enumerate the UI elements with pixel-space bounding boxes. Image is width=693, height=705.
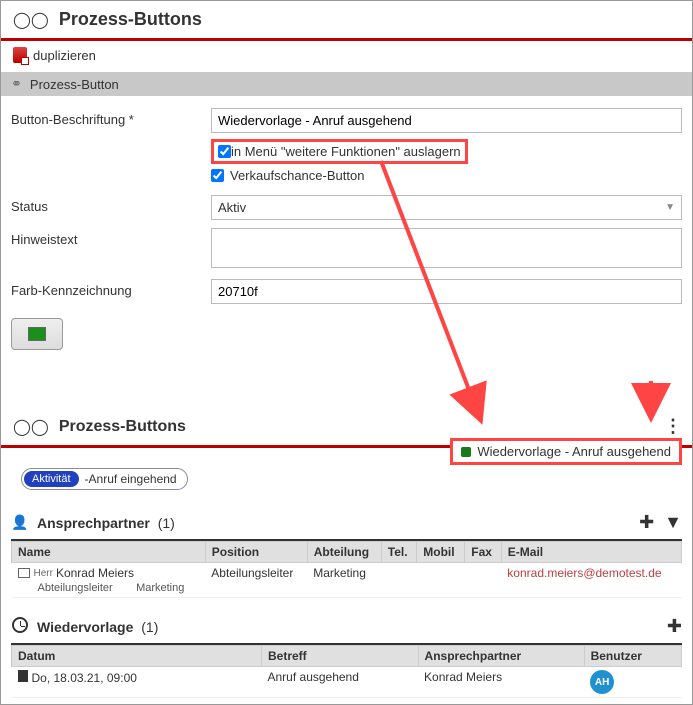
col-position[interactable]: Position — [205, 542, 307, 563]
caption-label: Button-Beschriftung * — [11, 108, 211, 127]
voicemail-icon: ◯◯ — [13, 417, 49, 437]
chevron-down-icon: ▼ — [665, 202, 675, 213]
status-value: Aktiv — [218, 200, 246, 215]
color-input[interactable] — [211, 279, 682, 304]
menu-checkbox-label: in Menü "weitere Funktionen" auslagern — [231, 144, 461, 159]
table-row[interactable]: HerrKonrad Meiers Abteilungsleiter Marke… — [12, 563, 682, 598]
person-icon: 👤 — [11, 514, 29, 531]
page-title: Prozess-Buttons — [59, 9, 202, 30]
card-icon — [18, 568, 30, 578]
followup-title: Wiedervorlage — [37, 619, 133, 635]
followup-count: (1) — [141, 619, 158, 635]
col-date[interactable]: Datum — [12, 646, 262, 667]
contacts-title: Ansprechpartner — [37, 515, 150, 531]
col-name[interactable]: Name — [12, 542, 206, 563]
col-tel[interactable]: Tel. — [381, 542, 417, 563]
contacts-table: Name Position Abteilung Tel. Mobil Fax E… — [11, 541, 682, 598]
vc-checkbox-label: Verkaufschance-Button — [230, 168, 364, 183]
col-fax[interactable]: Fax — [465, 542, 502, 563]
dropdown-item-label: Wiedervorlage - Anruf ausgehend — [477, 444, 671, 459]
col-subject[interactable]: Betreff — [262, 646, 419, 667]
hint-textarea[interactable] — [211, 228, 682, 268]
flag-icon — [18, 670, 28, 682]
toolbar: duplizieren — [1, 41, 692, 72]
section2-header: ◯◯ Prozess-Buttons ⋮ Wiedervorlage - Anr… — [1, 408, 692, 448]
section-title: Prozess-Button — [30, 77, 119, 92]
pill-prefix: Aktivität — [24, 471, 79, 487]
filter-button[interactable]: ▼ — [664, 512, 682, 533]
add-button[interactable]: ✚ — [667, 616, 682, 637]
activity-pill[interactable]: Aktivität - Anruf eingehend — [21, 468, 188, 490]
more-menu-button[interactable]: ⋮ — [664, 416, 680, 437]
menu-checkbox[interactable] — [218, 145, 231, 158]
pill-text: Anruf eingehend — [89, 472, 177, 486]
duplicate-label: duplizieren — [33, 48, 96, 63]
caption-input[interactable] — [211, 108, 682, 133]
add-button[interactable]: ✚ — [639, 512, 654, 533]
status-label: Status — [11, 195, 211, 214]
col-dept[interactable]: Abteilung — [307, 542, 381, 563]
user-avatar: AH — [590, 670, 614, 694]
color-swatch-icon — [28, 327, 46, 341]
col-email[interactable]: E-Mail — [501, 542, 681, 563]
page-header: ◯◯ Prozess-Buttons — [1, 1, 692, 41]
contacts-count: (1) — [158, 515, 175, 531]
vc-checkbox[interactable] — [211, 169, 224, 182]
duplicate-button[interactable]: duplizieren — [13, 47, 96, 63]
followup-table: Datum Betreff Ansprechpartner Benutzer D… — [11, 645, 682, 698]
col-contact[interactable]: Ansprechpartner — [418, 646, 584, 667]
color-picker-button[interactable] — [11, 318, 63, 350]
hint-label: Hinweistext — [11, 228, 211, 247]
status-select[interactable]: Aktiv ▼ — [211, 195, 682, 220]
contacts-section: 👤 Ansprechpartner (1) ✚ ▼ Name Position … — [1, 500, 692, 604]
col-mobile[interactable]: Mobil — [417, 542, 465, 563]
duplicate-icon — [13, 47, 27, 63]
section2-title: Prozess-Buttons — [59, 418, 664, 436]
dropdown-menu-item[interactable]: Wiedervorlage - Anruf ausgehend — [450, 438, 682, 465]
col-user[interactable]: Benutzer — [584, 646, 681, 667]
highlight-checkbox-menu: in Menü "weitere Funktionen" auslagern — [211, 139, 468, 164]
form: Button-Beschriftung * in Menü "weitere F… — [1, 96, 692, 368]
color-square-icon — [461, 447, 471, 457]
followup-section: Wiedervorlage (1) ✚ Datum Betreff Anspre… — [1, 604, 692, 704]
table-row[interactable]: Do, 18.03.21, 09:00 Anruf ausgehend Konr… — [12, 667, 682, 698]
link-icon: ⚭ — [11, 76, 22, 92]
voicemail-icon: ◯◯ — [13, 10, 49, 30]
clock-icon — [11, 617, 29, 636]
color-label: Farb-Kennzeichnung — [11, 279, 211, 298]
section-header: ⚭ Prozess-Button — [1, 72, 692, 96]
